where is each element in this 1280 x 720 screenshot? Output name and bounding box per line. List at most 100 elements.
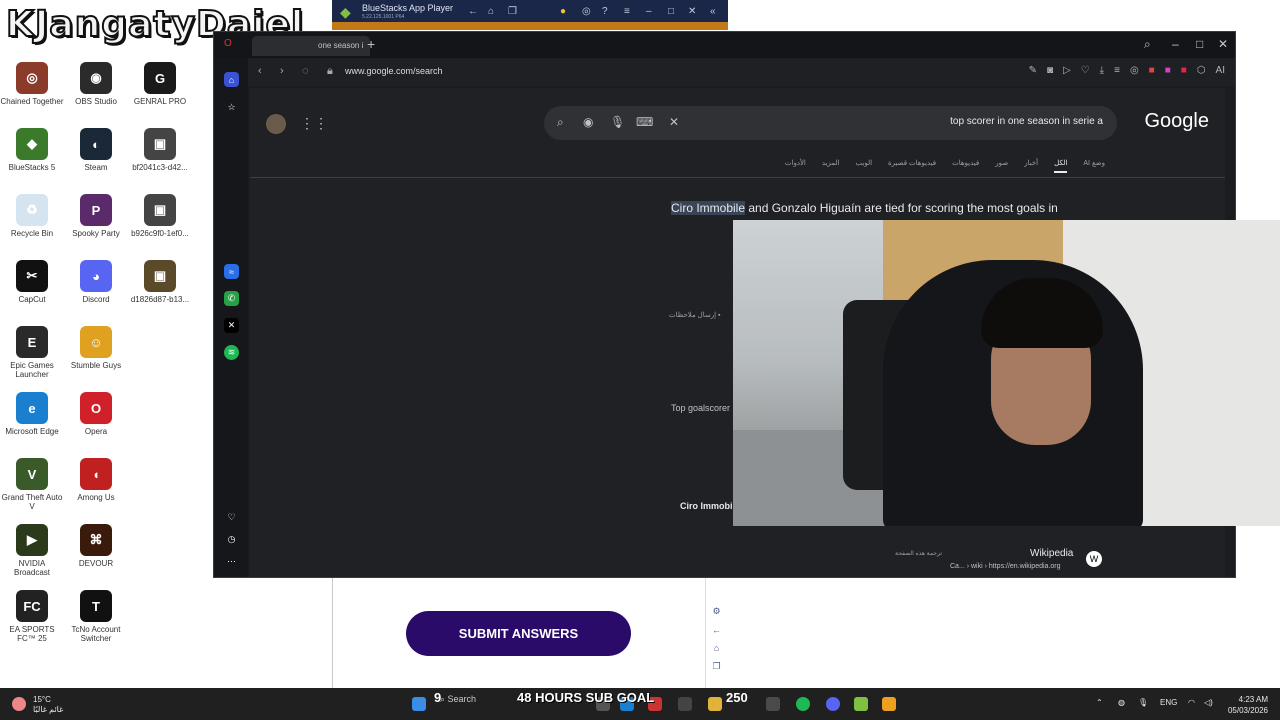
messenger-icon[interactable]: ≈ bbox=[224, 264, 239, 279]
submit-answers-button[interactable]: SUBMIT ANSWERS bbox=[406, 611, 631, 656]
desktop-icon[interactable]: ◕ Discord bbox=[64, 260, 128, 304]
search-tabs-icon[interactable]: ⌕ bbox=[1144, 37, 1151, 52]
aria-ai-button[interactable]: AI bbox=[1216, 65, 1225, 76]
mic-icon[interactable]: 🎙︎ bbox=[610, 115, 625, 129]
tab-google-search[interactable]: one season i bbox=[252, 36, 370, 56]
spotify-taskbar-icon[interactable] bbox=[796, 697, 810, 711]
translate-link[interactable]: ترجمة هذه الصفحة bbox=[895, 550, 942, 557]
back-icon[interactable]: ← bbox=[468, 6, 478, 17]
google-logo[interactable]: Google bbox=[1145, 110, 1210, 133]
network-tray-icon[interactable]: ◍ bbox=[1118, 698, 1125, 707]
desktop-icon[interactable]: ◐ Steam bbox=[64, 128, 128, 172]
tray-chevron-icon[interactable]: ⌃ bbox=[1096, 698, 1103, 707]
close-icon[interactable]: ✕ bbox=[688, 6, 696, 17]
loading-icon[interactable]: ◌ bbox=[302, 65, 309, 77]
cube-icon[interactable]: ⬡ bbox=[1197, 65, 1206, 76]
camera-icon[interactable]: ◙ bbox=[1047, 65, 1053, 76]
tabs-icon[interactable]: ❐ bbox=[706, 661, 727, 672]
desktop-icon[interactable]: ▣ d1826d87-b13... bbox=[128, 260, 192, 304]
search-icon[interactable]: ⌕ bbox=[557, 115, 564, 130]
app-taskbar-icon[interactable] bbox=[766, 697, 780, 711]
whatsapp-icon[interactable]: ✆ bbox=[224, 291, 239, 306]
system-clock[interactable]: 4:23 AM 05/03/2026 bbox=[1228, 694, 1268, 716]
desktop-icon[interactable]: ◉ OBS Studio bbox=[64, 62, 128, 106]
search-tab[interactable]: الأدوات bbox=[785, 159, 806, 173]
desktop-icon[interactable]: FC EA SPORTS FC™ 25 bbox=[0, 590, 64, 643]
weather-icon[interactable] bbox=[12, 697, 26, 711]
search-tab[interactable]: صور bbox=[995, 159, 1008, 173]
search-input[interactable]: top scorer in one season in serie a bbox=[950, 116, 1103, 127]
shield-icon[interactable]: ■ bbox=[1165, 65, 1171, 76]
desktop-icon[interactable]: ▣ b926c9f0-1ef0... bbox=[128, 194, 192, 238]
search-tab[interactable]: الويب bbox=[856, 159, 873, 173]
home-icon[interactable]: ⌂ bbox=[224, 72, 239, 87]
desktop-icon[interactable]: ✂ CapCut bbox=[0, 260, 64, 304]
weather-widget[interactable]: 15°C غائم غالبًا bbox=[33, 695, 63, 715]
start-icon[interactable] bbox=[412, 697, 426, 711]
desktop-icon[interactable]: ◎ Chained Together bbox=[0, 62, 64, 106]
clear-icon[interactable]: ✕ bbox=[669, 115, 679, 129]
minimize-icon[interactable]: – bbox=[1172, 37, 1179, 51]
apps-grid-icon[interactable]: ⋮⋮ bbox=[300, 115, 328, 132]
forward-icon[interactable]: › bbox=[280, 65, 284, 77]
lens-icon[interactable]: ◉ bbox=[583, 115, 593, 129]
desktop-icon[interactable]: V Grand Theft Auto V bbox=[0, 458, 64, 511]
search-box[interactable]: ⌕ ◉ 🎙︎ ⌨ ✕ top scorer in one season in s… bbox=[544, 106, 1117, 140]
mic-tray-icon[interactable]: 🎙︎ bbox=[1138, 698, 1148, 707]
desktop-icon[interactable]: ⌘ DEVOUR bbox=[64, 524, 128, 568]
language-indicator[interactable]: ENG bbox=[1160, 698, 1177, 707]
bookmarks-icon[interactable]: ☆ bbox=[224, 100, 239, 115]
taskbar-search[interactable]: ⌕ Search bbox=[440, 694, 476, 705]
home-icon[interactable]: ⌂ bbox=[706, 643, 727, 653]
desktop-icon[interactable]: O Opera bbox=[64, 392, 128, 436]
profile-icon[interactable]: ◎ bbox=[1130, 65, 1139, 76]
wifi-icon[interactable]: ◠ bbox=[1188, 698, 1195, 707]
extension-icon[interactable]: ■ bbox=[1149, 65, 1155, 76]
tabs-icon[interactable]: ❐ bbox=[508, 6, 517, 17]
help-icon[interactable]: ? bbox=[602, 6, 608, 17]
addon-icon[interactable]: ■ bbox=[1181, 65, 1187, 76]
edit-icon[interactable]: ✎ bbox=[1029, 65, 1037, 76]
file-explorer-icon[interactable] bbox=[708, 697, 722, 711]
new-tab-icon[interactable]: + bbox=[367, 36, 375, 52]
maximize-icon[interactable]: □ bbox=[1196, 37, 1203, 51]
collapse-icon[interactable]: « bbox=[710, 6, 716, 17]
search-tab[interactable]: المزيد bbox=[822, 159, 840, 173]
favorites-icon[interactable]: ♡ bbox=[224, 510, 239, 525]
keyboard-icon[interactable]: ⌨ bbox=[636, 115, 653, 129]
discord-taskbar-icon[interactable] bbox=[826, 697, 840, 711]
minimize-icon[interactable]: – bbox=[646, 6, 652, 17]
desktop-icon[interactable]: G GENRAL PRO bbox=[128, 62, 192, 106]
list-icon[interactable]: ≡ bbox=[1114, 65, 1120, 76]
volume-icon[interactable]: ◁) bbox=[1204, 698, 1213, 707]
home-icon[interactable]: ⌂ bbox=[488, 6, 494, 17]
wikipedia-result-url[interactable]: Ca... › wiki › https://en.wikipedia.org bbox=[950, 563, 1061, 570]
opera-logo-icon[interactable]: O bbox=[224, 38, 232, 49]
desktop-icon[interactable]: E Epic Games Launcher bbox=[0, 326, 64, 379]
more-icon[interactable]: ⋯ bbox=[224, 554, 239, 569]
desktop-icon[interactable]: e Microsoft Edge bbox=[0, 392, 64, 436]
account-icon[interactable]: ◎ bbox=[582, 6, 591, 17]
heart-icon[interactable]: ♡ bbox=[1081, 65, 1090, 76]
desktop-icon[interactable]: T TcNo Account Switcher bbox=[64, 590, 128, 643]
download-icon[interactable]: ⤓ bbox=[1100, 65, 1104, 76]
settings-icon[interactable]: ⚙ bbox=[706, 606, 727, 617]
back-icon[interactable]: ‹ bbox=[258, 65, 262, 77]
search-tab[interactable]: وضع AI bbox=[1083, 159, 1105, 173]
desktop-icon[interactable]: ♻ Recycle Bin bbox=[0, 194, 64, 238]
search-tab[interactable]: فيديوهات قصيرة bbox=[888, 159, 936, 173]
steam-taskbar-icon[interactable] bbox=[678, 697, 692, 711]
avatar[interactable] bbox=[266, 114, 286, 134]
desktop-icon[interactable]: ▶ NVIDIA Broadcast bbox=[0, 524, 64, 577]
search-tab[interactable]: فيديوهات bbox=[952, 159, 979, 173]
send-feedback-link[interactable]: إرسال ملاحظات ▪ bbox=[669, 311, 721, 319]
bluestacks-taskbar-icon[interactable] bbox=[854, 697, 868, 711]
play-icon[interactable]: ▷ bbox=[1063, 65, 1071, 76]
desktop-icon[interactable]: P Spooky Party bbox=[64, 194, 128, 238]
search-tab[interactable]: الكل bbox=[1054, 159, 1068, 173]
menu-icon[interactable]: ≡ bbox=[624, 6, 630, 17]
desktop-icon[interactable]: ◆ BlueStacks 5 bbox=[0, 128, 64, 172]
wikipedia-result-title[interactable]: Wikipedia bbox=[1030, 548, 1073, 559]
spotify-icon[interactable]: ≋ bbox=[224, 345, 239, 360]
maximize-icon[interactable]: □ bbox=[668, 6, 674, 17]
